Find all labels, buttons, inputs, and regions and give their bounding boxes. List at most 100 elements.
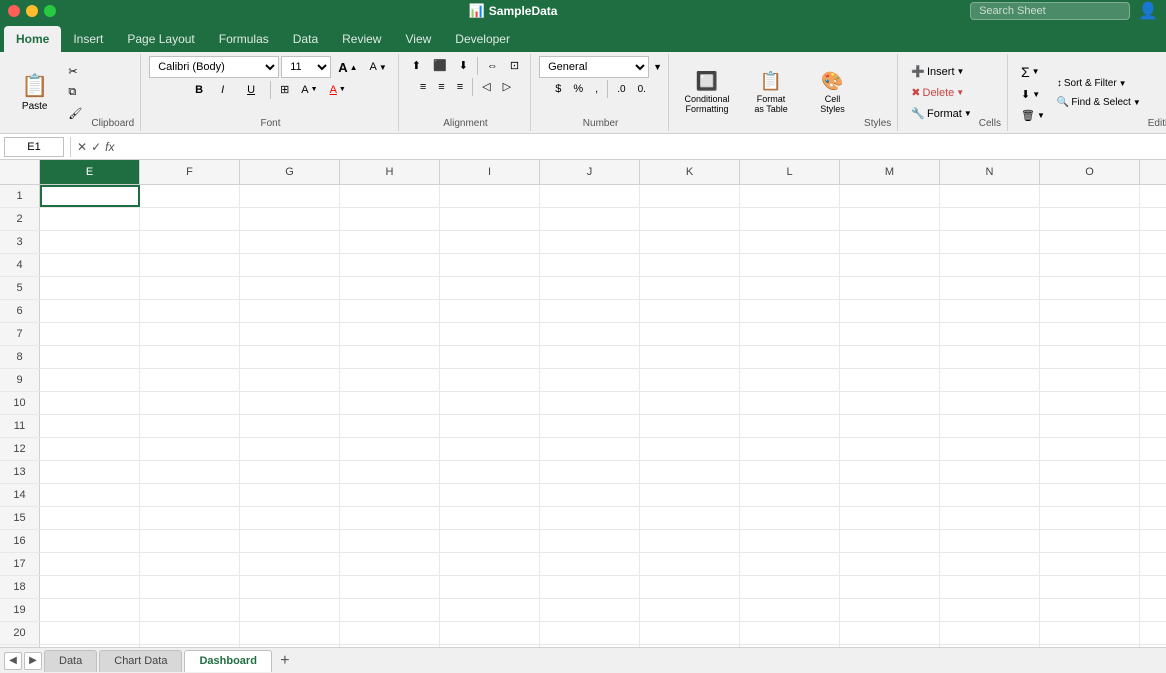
- cell-K4[interactable]: [640, 254, 740, 276]
- cell-G10[interactable]: [240, 392, 340, 414]
- cell-G15[interactable]: [240, 507, 340, 529]
- tab-home[interactable]: Home: [4, 26, 61, 52]
- align-right-button[interactable]: ≡: [452, 78, 468, 96]
- cell-N19[interactable]: [940, 599, 1040, 621]
- cell-J8[interactable]: [540, 346, 640, 368]
- cell-O12[interactable]: [1040, 438, 1140, 460]
- cell-I7[interactable]: [440, 323, 540, 345]
- cell-L10[interactable]: [740, 392, 840, 414]
- cell-P13[interactable]: [1140, 461, 1166, 483]
- cell-J12[interactable]: [540, 438, 640, 460]
- cell-F20[interactable]: [140, 622, 240, 644]
- col-header-n[interactable]: N: [940, 160, 1040, 184]
- cell-L11[interactable]: [740, 415, 840, 437]
- cell-K6[interactable]: [640, 300, 740, 322]
- font-name-select[interactable]: Calibri (Body): [149, 56, 279, 78]
- cell-H17[interactable]: [340, 553, 440, 575]
- cell-O1[interactable]: [1040, 185, 1140, 207]
- cell-E2[interactable]: [40, 208, 140, 230]
- cell-reference-box[interactable]: [4, 137, 64, 157]
- cell-G17[interactable]: [240, 553, 340, 575]
- cell-G8[interactable]: [240, 346, 340, 368]
- bold-button[interactable]: B: [190, 81, 214, 99]
- cell-E13[interactable]: [40, 461, 140, 483]
- row-header-9[interactable]: 9: [0, 369, 40, 391]
- cell-K13[interactable]: [640, 461, 740, 483]
- cell-E3[interactable]: [40, 231, 140, 253]
- cell-K8[interactable]: [640, 346, 740, 368]
- cell-M6[interactable]: [840, 300, 940, 322]
- italic-button[interactable]: I: [216, 81, 240, 99]
- cell-H5[interactable]: [340, 277, 440, 299]
- cell-E12[interactable]: [40, 438, 140, 460]
- cell-M4[interactable]: [840, 254, 940, 276]
- align-middle-button[interactable]: ⬛: [428, 56, 452, 75]
- cell-L2[interactable]: [740, 208, 840, 230]
- cell-N7[interactable]: [940, 323, 1040, 345]
- row-header-12[interactable]: 12: [0, 438, 40, 460]
- cell-E8[interactable]: [40, 346, 140, 368]
- formula-input[interactable]: [118, 137, 1162, 157]
- cell-J18[interactable]: [540, 576, 640, 598]
- cell-I4[interactable]: [440, 254, 540, 276]
- cell-I16[interactable]: [440, 530, 540, 552]
- cell-P10[interactable]: [1140, 392, 1166, 414]
- minimize-button[interactable]: [26, 5, 38, 17]
- search-input[interactable]: [970, 2, 1130, 20]
- cell-F6[interactable]: [140, 300, 240, 322]
- comma-button[interactable]: ,: [590, 80, 603, 98]
- cell-F15[interactable]: [140, 507, 240, 529]
- cell-E1[interactable]: [40, 185, 140, 207]
- cell-K20[interactable]: [640, 622, 740, 644]
- cell-G18[interactable]: [240, 576, 340, 598]
- cell-H4[interactable]: [340, 254, 440, 276]
- cell-F18[interactable]: [140, 576, 240, 598]
- sheet-nav-left[interactable]: ◀: [4, 652, 22, 670]
- cell-K18[interactable]: [640, 576, 740, 598]
- row-header-19[interactable]: 19: [0, 599, 40, 621]
- cell-E4[interactable]: [40, 254, 140, 276]
- cell-J14[interactable]: [540, 484, 640, 506]
- cell-K10[interactable]: [640, 392, 740, 414]
- cell-I5[interactable]: [440, 277, 540, 299]
- cell-K21[interactable]: [640, 645, 740, 647]
- cell-O13[interactable]: [1040, 461, 1140, 483]
- conditional-formatting-button[interactable]: 🔲 Conditional Formatting: [677, 65, 737, 121]
- cell-I15[interactable]: [440, 507, 540, 529]
- cell-L5[interactable]: [740, 277, 840, 299]
- cell-H16[interactable]: [340, 530, 440, 552]
- cell-L8[interactable]: [740, 346, 840, 368]
- cell-styles-button[interactable]: 🎨 Cell Styles: [805, 65, 860, 121]
- row-header-10[interactable]: 10: [0, 392, 40, 414]
- cell-F21[interactable]: [140, 645, 240, 647]
- autosum-button[interactable]: Σ ▼: [1016, 61, 1045, 83]
- cell-P2[interactable]: [1140, 208, 1166, 230]
- col-header-h[interactable]: H: [340, 160, 440, 184]
- cell-M17[interactable]: [840, 553, 940, 575]
- tab-view[interactable]: View: [393, 26, 443, 52]
- cell-P6[interactable]: [1140, 300, 1166, 322]
- cell-J7[interactable]: [540, 323, 640, 345]
- cell-H15[interactable]: [340, 507, 440, 529]
- cell-K2[interactable]: [640, 208, 740, 230]
- cell-H13[interactable]: [340, 461, 440, 483]
- cell-H14[interactable]: [340, 484, 440, 506]
- cell-L9[interactable]: [740, 369, 840, 391]
- cell-J9[interactable]: [540, 369, 640, 391]
- cell-E11[interactable]: [40, 415, 140, 437]
- row-header-16[interactable]: 16: [0, 530, 40, 552]
- font-size-select[interactable]: 11: [281, 56, 331, 78]
- cell-H12[interactable]: [340, 438, 440, 460]
- cell-L19[interactable]: [740, 599, 840, 621]
- cell-P17[interactable]: [1140, 553, 1166, 575]
- row-header-20[interactable]: 20: [0, 622, 40, 644]
- cell-P20[interactable]: [1140, 622, 1166, 644]
- cell-N11[interactable]: [940, 415, 1040, 437]
- cell-E10[interactable]: [40, 392, 140, 414]
- cell-O9[interactable]: [1040, 369, 1140, 391]
- cell-L13[interactable]: [740, 461, 840, 483]
- cell-J10[interactable]: [540, 392, 640, 414]
- cell-F4[interactable]: [140, 254, 240, 276]
- row-header-8[interactable]: 8: [0, 346, 40, 368]
- cell-N1[interactable]: [940, 185, 1040, 207]
